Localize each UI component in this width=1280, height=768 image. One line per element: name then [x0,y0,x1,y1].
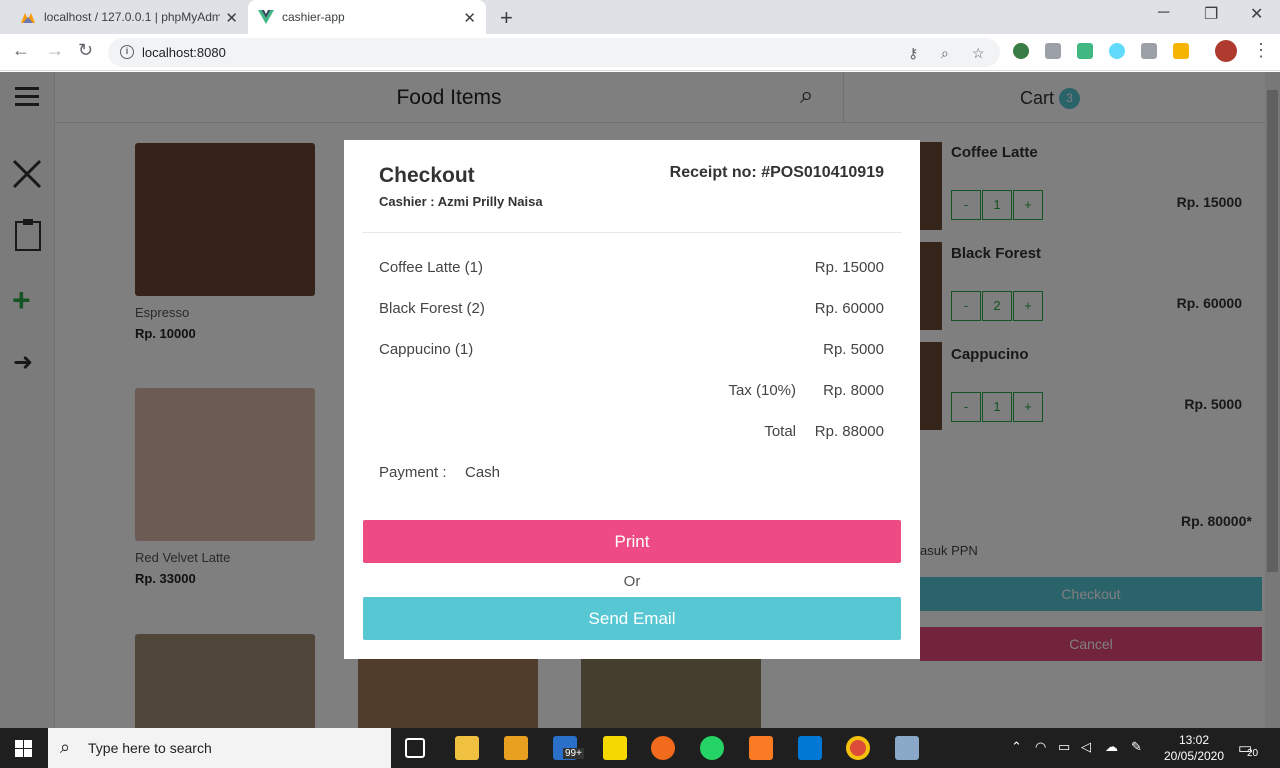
clock-time: 13:02 [1178,733,1210,747]
tab-title: cashier-app [282,10,345,24]
windows-taskbar: ⌕ Type here to search 99+ ⌃ ◠ ▭ ◁ ☁ ✎ 13… [0,728,1280,768]
window-close-icon[interactable]: ✕ [1250,4,1263,24]
sticky-notes-icon[interactable] [603,736,627,760]
paint-icon[interactable] [895,736,919,760]
total-label: Total [764,423,796,440]
restore-icon[interactable]: ❐ [1204,4,1218,24]
new-tab-icon[interactable]: + [500,5,513,31]
modal-title: Checkout [379,164,475,187]
mail-badge: 99+ [563,748,584,759]
onedrive-icon[interactable]: ☁ [1105,739,1118,755]
vscode-icon[interactable] [798,736,822,760]
file-explorer-icon[interactable] [455,736,479,760]
receipt-item-price: Rp. 5000 [823,341,884,358]
tab-phpmyadmin[interactable]: localhost / 127.0.0.1 | phpMyAdm ✕ [10,0,248,34]
receipt-line: Receipt no: #POS010410919 [670,164,884,182]
send-email-button[interactable]: Send Email [363,597,901,640]
forward-icon[interactable]: → [46,40,64,61]
task-view-icon[interactable] [405,738,425,758]
taskbar-clock[interactable]: 13:02 20/05/2020 [1163,732,1225,764]
extension-cloud-icon[interactable] [1141,43,1157,59]
browser-toolbar: ← → ↻ i localhost:8080 ⚷ ⌕ ☆ ⋮ [0,34,1280,71]
tab-title: localhost / 127.0.0.1 | phpMyAdm [44,10,220,24]
search-placeholder: Type here to search [88,740,212,756]
receipt-item-price: Rp. 15000 [814,259,884,276]
vue-devtools-icon[interactable] [1077,43,1093,59]
reload-icon[interactable]: ↻ [78,40,93,61]
chevron-up-icon[interactable]: ⌃ [1011,739,1022,755]
receipt-item-label: Coffee Latte (1) [379,259,483,276]
extension-globe-icon[interactable] [1013,43,1029,59]
vue-icon [258,10,274,24]
receipt-item-price: Rp. 60000 [814,300,884,317]
taskbar-search[interactable]: ⌕ Type here to search [48,728,391,768]
phpmyadmin-icon [21,13,35,23]
cashier-name: Azmi Prilly Naisa [437,194,543,209]
pen-icon[interactable]: ✎ [1131,739,1142,755]
back-icon[interactable]: ← [12,40,30,61]
notification-count: 20 [1247,748,1259,759]
react-devtools-icon[interactable] [1109,43,1125,59]
extension-copy-icon[interactable] [1045,43,1061,59]
checkout-modal: Checkout Cashier : Azmi Prilly Naisa Rec… [344,140,920,659]
postman-icon[interactable] [651,736,675,760]
receipt-number: #POS010410919 [761,164,884,181]
tax-label: Tax (10%) [728,382,796,399]
address-bar[interactable]: i localhost:8080 ⚷ ⌕ ☆ [108,38,1000,67]
xampp-icon[interactable] [749,736,773,760]
payment-label: Payment : [379,464,447,481]
tab-cashier-app[interactable]: cashier-app ✕ [248,0,486,34]
divider [362,232,902,233]
close-icon[interactable]: ✕ [463,9,476,27]
menu-kebab-icon[interactable]: ⋮ [1252,40,1270,61]
browser-tabstrip: localhost / 127.0.0.1 | phpMyAdm ✕ cashi… [0,0,1280,34]
sublime-text-icon[interactable] [504,736,528,760]
info-icon[interactable]: i [120,45,134,59]
receipt-label: Receipt no: [669,164,757,181]
search-icon: ⌕ [60,737,71,757]
chrome-icon[interactable] [846,736,870,760]
or-separator: Or [623,573,641,590]
windows-start-icon[interactable] [15,740,32,757]
print-button[interactable]: Print [363,520,901,563]
total-value: Rp. 88000 [814,423,884,440]
whatsapp-icon[interactable] [700,736,724,760]
battery-icon[interactable]: ▭ [1058,739,1070,755]
volume-icon[interactable]: ◁ [1081,739,1091,755]
tax-value: Rp. 8000 [823,382,884,399]
wifi-icon[interactable]: ◠ [1035,739,1046,755]
minimize-icon[interactable]: ─ [1158,4,1169,22]
star-icon[interactable]: ☆ [972,45,985,62]
url-text: localhost:8080 [142,45,226,60]
extension-note-icon[interactable] [1173,43,1189,59]
payment-method: Cash [465,464,501,481]
receipt-item-label: Black Forest (2) [379,300,485,317]
key-icon[interactable]: ⚷ [908,45,918,62]
receipt-item-label: Cappucino (1) [379,341,474,358]
cashier-line: Cashier : Azmi Prilly Naisa [379,194,543,209]
clock-date: 20/05/2020 [1163,749,1225,763]
profile-avatar[interactable] [1215,40,1237,62]
cashier-label: Cashier : [379,194,435,209]
zoom-icon[interactable]: ⌕ [941,45,949,62]
close-icon[interactable]: ✕ [225,9,238,27]
